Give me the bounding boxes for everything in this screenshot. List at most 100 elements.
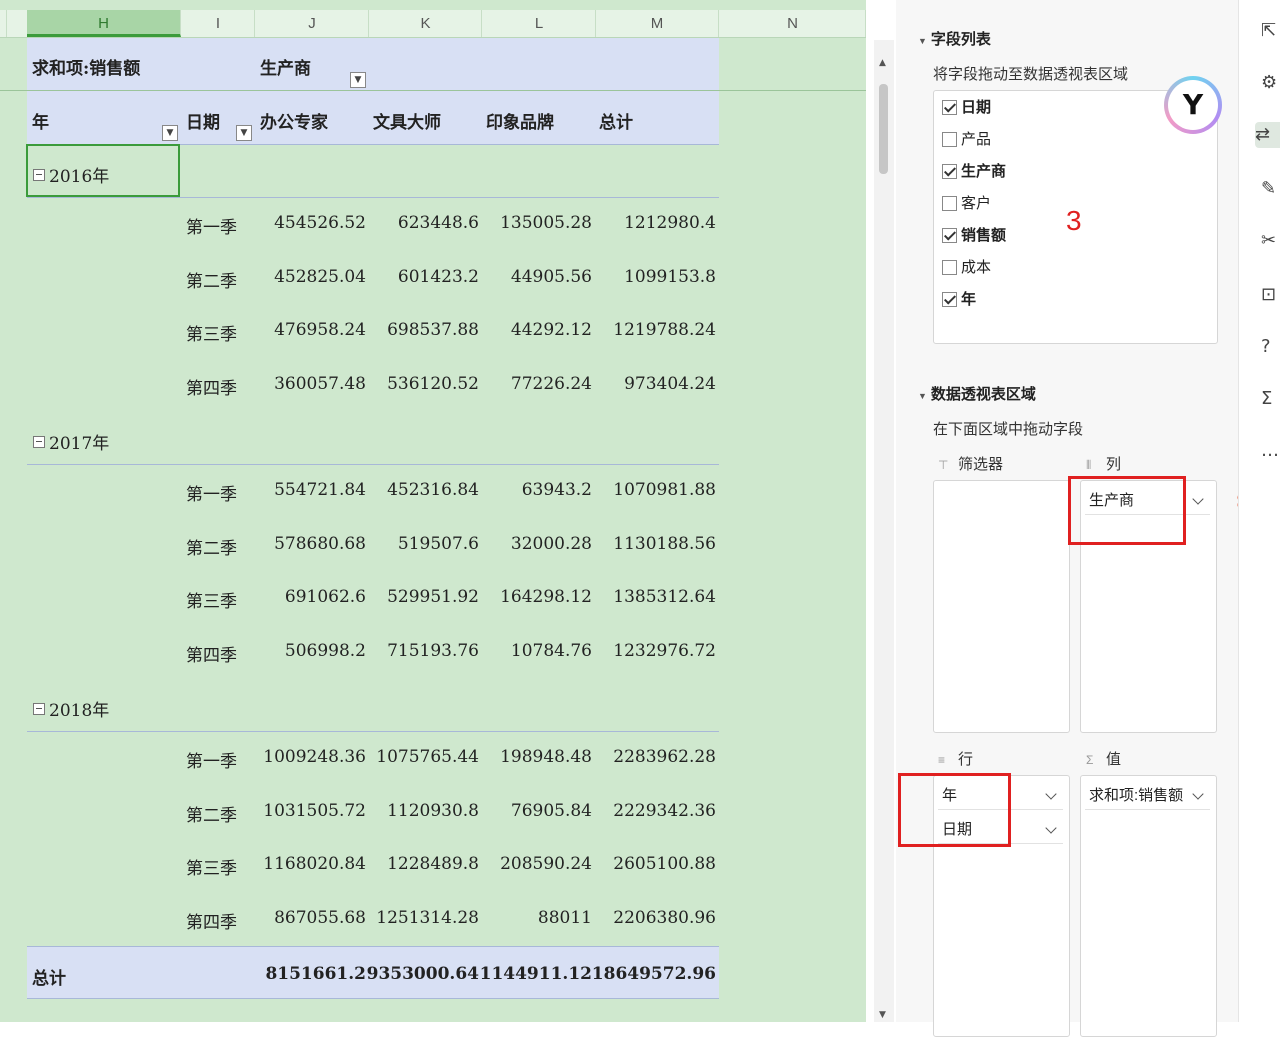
quarter-label[interactable]: 第一季 [186,747,237,772]
adjust-icon[interactable]: ⚙ [1261,70,1280,96]
value-field-chip[interactable]: 求和项:销售额 [1085,782,1210,810]
value-cell[interactable]: 44292.12 [511,320,592,340]
value-cell[interactable]: 208590.24 [500,854,592,874]
assistant-logo-icon[interactable]: Y [1164,76,1222,134]
scroll-down-icon[interactable]: ▼ [879,1010,886,1020]
year-field-dropdown-icon[interactable]: ▼ [162,125,178,141]
value-cell[interactable]: 715193.76 [387,641,479,661]
value-cell[interactable]: 973404.24 [624,374,716,394]
spreadsheet-grid[interactable]: GHIJKLMN 求和项:销售额 生产商 ▼ 年 ▼ 日期 ▼ 办公专家 文具大师… [0,0,866,1022]
quarter-label[interactable]: 第二季 [186,267,237,292]
column-letter[interactable]: H [27,10,181,37]
value-cell[interactable]: 691062.6 [285,587,366,607]
pivot-areas-title[interactable]: ▼ 数据透视表区域 [918,383,1036,404]
pivot-column-header[interactable]: 文具大师 [373,108,441,133]
more-icon[interactable]: … [1261,438,1280,464]
checkbox-empty-icon[interactable] [942,196,957,211]
value-cell[interactable]: 1009248.36 [263,747,366,767]
chevron-down-icon[interactable] [1045,816,1057,844]
scroll-up-icon[interactable]: ▲ [879,58,886,68]
value-cell[interactable]: 452825.04 [274,267,366,287]
column-letter[interactable]: L [483,10,596,37]
column-letter[interactable]: M [596,10,719,37]
value-cell[interactable]: 867055.68 [274,908,366,928]
column-letter[interactable]: G [0,10,7,37]
field-item[interactable]: 年 [942,290,976,310]
column-letter[interactable]: J [256,10,369,37]
chevron-down-icon[interactable] [1192,782,1204,810]
filter-area-box[interactable] [933,480,1070,733]
value-cell[interactable]: 519507.6 [398,534,479,554]
date-field-dropdown-icon[interactable]: ▼ [236,125,252,141]
checkbox-checked-icon[interactable] [942,228,957,243]
quarter-label[interactable]: 第一季 [186,213,237,238]
value-cell[interactable]: 1070981.88 [613,480,716,500]
grand-total-value[interactable]: 18649572.96 [592,964,716,984]
grand-total-label[interactable]: 总计 [32,964,66,989]
pivot-value-label[interactable]: 求和项:销售额 [32,54,140,79]
value-cell[interactable]: 1075765.44 [376,747,479,767]
value-cell[interactable]: 554721.84 [274,480,366,500]
pivot-pane-icon[interactable]: ⇄ [1255,122,1280,148]
value-cell[interactable]: 578680.68 [274,534,366,554]
value-cell[interactable]: 1385312.64 [613,587,716,607]
vertical-scrollbar[interactable]: ▲ ▼ [874,40,894,1022]
column-field-dropdown-icon[interactable]: ▼ [350,72,366,88]
pivot-column-field[interactable]: 生产商 [260,54,311,79]
pivot-row-field-year[interactable]: 年 [32,108,49,133]
value-cell[interactable]: 10784.76 [511,641,592,661]
value-cell[interactable]: 2283962.28 [613,747,716,767]
value-cell[interactable]: 88011 [538,908,592,928]
quarter-label[interactable]: 第四季 [186,641,237,666]
checkbox-empty-icon[interactable] [942,132,957,147]
value-cell[interactable]: 1228489.8 [387,854,479,874]
value-cell[interactable]: 44905.56 [511,267,592,287]
value-cell[interactable]: 198948.48 [500,747,592,767]
quarter-label[interactable]: 第四季 [186,908,237,933]
quarter-label[interactable]: 第四季 [186,374,237,399]
quarter-label[interactable]: 第三季 [186,587,237,612]
quarter-label[interactable]: 第二季 [186,534,237,559]
quarter-label[interactable]: 第三季 [186,320,237,345]
value-cell[interactable]: 476958.24 [274,320,366,340]
value-cell[interactable]: 2229342.36 [613,801,716,821]
field-item[interactable]: 客户 [942,194,991,214]
collapse-minus-icon[interactable] [33,703,45,715]
checkbox-checked-icon[interactable] [942,164,957,179]
value-cell[interactable]: 1031505.72 [263,801,366,821]
year-row-label[interactable]: 2018年 [33,696,109,721]
value-cell[interactable]: 360057.48 [274,374,366,394]
checkbox-checked-icon[interactable] [942,292,957,307]
value-cell[interactable]: 2605100.88 [613,854,716,874]
pivot-column-header[interactable]: 印象品牌 [486,108,554,133]
value-cell[interactable]: 1251314.28 [376,908,479,928]
value-cell[interactable]: 1212980.4 [624,213,716,233]
pivot-row-field-date[interactable]: 日期 [186,108,220,133]
value-cell[interactable]: 1120930.8 [387,801,479,821]
checkbox-empty-icon[interactable] [942,260,957,275]
collapse-triangle-icon[interactable]: ▼ [918,391,927,401]
value-cell[interactable]: 454526.52 [274,213,366,233]
field-list-title[interactable]: ▼ 字段列表 [918,28,991,49]
value-cell[interactable]: 1232976.72 [613,641,716,661]
column-letter[interactable]: N [720,10,866,37]
collapse-minus-icon[interactable] [33,436,45,448]
column-letter[interactable]: K [370,10,482,37]
value-cell[interactable]: 164298.12 [500,587,592,607]
style-icon[interactable]: ✎ [1261,176,1280,202]
value-cell[interactable]: 506998.2 [285,641,366,661]
value-cell[interactable]: 623448.6 [398,213,479,233]
quarter-label[interactable]: 第三季 [186,854,237,879]
quarter-label[interactable]: 第一季 [186,480,237,505]
map-icon[interactable]: ⊡ [1261,282,1280,308]
chevron-down-icon[interactable] [1192,487,1204,515]
grand-total-value[interactable]: 1144911.12 [480,964,592,984]
value-cell[interactable]: 76905.84 [511,801,592,821]
pivot-column-header[interactable]: 办公专家 [260,108,328,133]
quarter-label[interactable]: 第二季 [186,801,237,826]
collapse-triangle-icon[interactable]: ▼ [918,36,927,46]
sum-icon[interactable]: Σ [1261,386,1280,412]
year-row-label[interactable]: 2017年 [33,429,109,454]
field-item[interactable]: 生产商 [942,162,1006,182]
value-cell[interactable]: 2206380.96 [613,908,716,928]
